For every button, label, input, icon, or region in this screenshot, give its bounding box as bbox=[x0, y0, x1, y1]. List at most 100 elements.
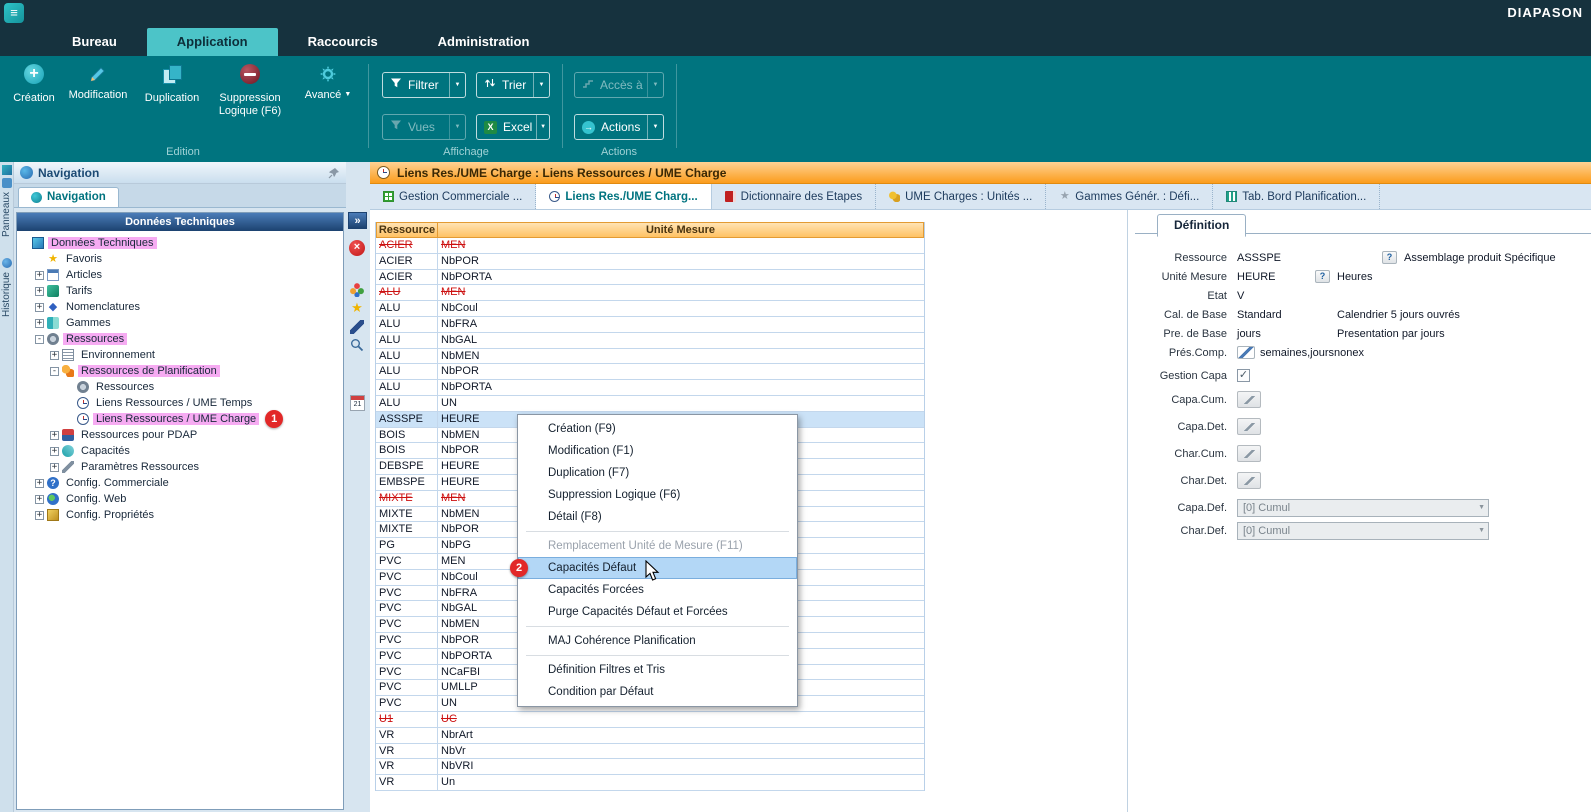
creation-button[interactable]: Création bbox=[2, 64, 66, 105]
menu-item-capacit-s-forc-es[interactable]: Capacités Forcées bbox=[518, 579, 797, 601]
menu-item-suppression-logique-f6[interactable]: Suppression Logique (F6) bbox=[518, 484, 797, 506]
tree-item-favoris[interactable]: Favoris bbox=[17, 251, 343, 267]
expand-icon[interactable]: + bbox=[35, 271, 44, 280]
menu-item-cr-ation-f9[interactable]: Création (F9) bbox=[518, 418, 797, 440]
collapse-icon[interactable]: - bbox=[35, 335, 44, 344]
expand-icon[interactable]: + bbox=[50, 431, 59, 440]
filtrer-button[interactable]: Filtrer ▼ bbox=[382, 72, 466, 98]
grid-row[interactable]: ALUNbPORTA bbox=[376, 380, 924, 396]
menu-item-maj-coh-rence-planification[interactable]: MAJ Cohérence Planification bbox=[518, 630, 797, 652]
help-button[interactable] bbox=[1382, 251, 1397, 264]
tree-item-tarifs[interactable]: +Tarifs bbox=[17, 283, 343, 299]
tree-item-ressources-pour-pdap[interactable]: +Ressources pour PDAP bbox=[17, 427, 343, 443]
excel-button[interactable]: Excel ▼ bbox=[476, 114, 550, 140]
tree-item-donn-es-techniques[interactable]: Données Techniques bbox=[17, 235, 343, 251]
actions-dropdown-arrow[interactable]: ▼ bbox=[648, 124, 663, 130]
doc-tab-gammes-g-n-r-d-fi[interactable]: Gammes Génér. : Défi... bbox=[1046, 184, 1213, 209]
filtrer-dropdown-arrow[interactable]: ▼ bbox=[450, 82, 465, 88]
tree-item-config-web[interactable]: +Config. Web bbox=[17, 491, 343, 507]
grid-row[interactable]: VRNbrArt bbox=[376, 728, 924, 744]
tree-item-ressources[interactable]: -Ressources bbox=[17, 331, 343, 347]
pin-icon[interactable] bbox=[328, 167, 340, 179]
menu-item-modification-f1[interactable]: Modification (F1) bbox=[518, 440, 797, 462]
expand-icon[interactable]: + bbox=[35, 319, 44, 328]
grid-row[interactable]: ACIERMEN bbox=[376, 238, 924, 254]
tree-item-config-commerciale[interactable]: +Config. Commerciale bbox=[17, 475, 343, 491]
tree-item-ressources[interactable]: Ressources bbox=[17, 379, 343, 395]
modification-button[interactable]: Modification bbox=[66, 64, 130, 102]
suppression-button[interactable]: Suppression Logique (F6) bbox=[218, 64, 282, 118]
tree-item-param-tres-ressources[interactable]: +Paramètres Ressources bbox=[17, 459, 343, 475]
menu-tab-raccourcis[interactable]: Raccourcis bbox=[278, 28, 408, 56]
grid-row[interactable]: VRUn bbox=[376, 775, 924, 791]
menu-item-duplication-f7[interactable]: Duplication (F7) bbox=[518, 462, 797, 484]
tree-item-articles[interactable]: +Articles bbox=[17, 267, 343, 283]
tree-item-capacit-s[interactable]: +Capacités bbox=[17, 443, 343, 459]
search-icon[interactable] bbox=[350, 338, 364, 352]
grid-row[interactable]: ALUNbFRA bbox=[376, 317, 924, 333]
panel-window-icon[interactable] bbox=[2, 178, 12, 188]
history-icon[interactable] bbox=[2, 258, 12, 268]
panneaux-tab[interactable]: Panneaux bbox=[1, 192, 13, 237]
grid-row[interactable]: ACIERNbPOR bbox=[376, 254, 924, 270]
capa-def-select[interactable]: [0] Cumul bbox=[1237, 499, 1489, 517]
column-header-unit-mesure[interactable]: Unité Mesure bbox=[438, 222, 924, 238]
close-icon[interactable]: × bbox=[349, 240, 365, 256]
vues-dropdown-arrow[interactable]: ▼ bbox=[450, 124, 465, 130]
tree-item-environnement[interactable]: +Environnement bbox=[17, 347, 343, 363]
vues-button[interactable]: Vues ▼ bbox=[382, 114, 466, 140]
acces-dropdown-arrow[interactable]: ▼ bbox=[648, 82, 663, 88]
settings-icon[interactable] bbox=[350, 283, 364, 297]
gestion-capa-checkbox[interactable] bbox=[1237, 369, 1250, 382]
menu-tab-administration[interactable]: Administration bbox=[408, 28, 560, 56]
collapse-panel-button[interactable]: » bbox=[348, 212, 367, 229]
grid-row[interactable]: VRNbVRI bbox=[376, 759, 924, 775]
historique-tab[interactable]: Historique bbox=[1, 272, 13, 317]
tree-item-ressources-de-planification[interactable]: -Ressources de Planification bbox=[17, 363, 343, 379]
grid-row[interactable]: U1UC bbox=[376, 712, 924, 728]
grid-row[interactable]: ALUMEN bbox=[376, 285, 924, 301]
panel-grid-icon[interactable] bbox=[2, 165, 12, 175]
tab-definition[interactable]: Définition bbox=[1157, 214, 1246, 237]
menu-item-purge-capacit-s-d-faut-et-forc-es[interactable]: Purge Capacités Défaut et Forcées bbox=[518, 601, 797, 623]
avance-button[interactable]: Avancé ▼ bbox=[294, 64, 362, 102]
help-button[interactable] bbox=[1315, 270, 1330, 283]
doc-tab-tab-bord-planification[interactable]: Tab. Bord Planification... bbox=[1213, 184, 1380, 209]
grid-row[interactable]: ALUUN bbox=[376, 396, 924, 412]
app-logo-icon[interactable] bbox=[4, 3, 24, 23]
expand-icon[interactable]: + bbox=[35, 479, 44, 488]
trier-dropdown-arrow[interactable]: ▼ bbox=[534, 82, 549, 88]
char-def-select[interactable]: [0] Cumul bbox=[1237, 522, 1489, 540]
tree-item-config-propri-t-s[interactable]: +Config. Propriétés bbox=[17, 507, 343, 523]
expand-icon[interactable]: + bbox=[35, 303, 44, 312]
duplication-button[interactable]: Duplication bbox=[140, 64, 204, 105]
tree-item-liens-ressources-ume-charge[interactable]: Liens Ressources / UME Charge1 bbox=[17, 411, 343, 427]
acces-a-button[interactable]: Accès à ▼ bbox=[574, 72, 664, 98]
menu-tab-bureau[interactable]: Bureau bbox=[42, 28, 147, 56]
trier-button[interactable]: Trier ▼ bbox=[476, 72, 550, 98]
column-header-ressource[interactable]: Ressource bbox=[376, 222, 438, 238]
doc-tab-ume-charges-unit-s[interactable]: UME Charges : Unités ... bbox=[876, 184, 1046, 209]
tab-navigation[interactable]: Navigation bbox=[18, 187, 119, 207]
excel-dropdown-arrow[interactable]: ▼ bbox=[537, 124, 549, 130]
grid-row[interactable]: ACIERNbPORTA bbox=[376, 270, 924, 286]
expand-icon[interactable]: + bbox=[35, 287, 44, 296]
expand-icon[interactable]: + bbox=[50, 351, 59, 360]
doc-tab-dictionnaire-des-etapes[interactable]: Dictionnaire des Etapes bbox=[712, 184, 876, 209]
capa-det-button[interactable] bbox=[1237, 418, 1261, 435]
actions-button[interactable]: Actions ▼ bbox=[574, 114, 664, 140]
expand-icon[interactable]: + bbox=[35, 495, 44, 504]
panel-splitter[interactable] bbox=[1127, 210, 1128, 812]
doc-tab-liens-res-ume-charg[interactable]: Liens Res./UME Charg... bbox=[536, 184, 711, 209]
collapse-icon[interactable]: - bbox=[50, 367, 59, 376]
menu-item-condition-par-d-faut[interactable]: Condition par Défaut bbox=[518, 681, 797, 703]
menu-item-d-finition-filtres-et-tris[interactable]: Définition Filtres et Tris bbox=[518, 659, 797, 681]
doc-tab-gestion-commerciale[interactable]: Gestion Commerciale ... bbox=[370, 184, 536, 209]
pres-comp-icon[interactable] bbox=[1237, 346, 1255, 359]
expand-icon[interactable]: + bbox=[50, 447, 59, 456]
tree-item-gammes[interactable]: +Gammes bbox=[17, 315, 343, 331]
favorite-icon[interactable]: ★ bbox=[350, 301, 364, 315]
expand-icon[interactable]: + bbox=[50, 463, 59, 472]
tree-item-liens-ressources-ume-temps[interactable]: Liens Ressources / UME Temps bbox=[17, 395, 343, 411]
grid-row[interactable]: ALUNbMEN bbox=[376, 349, 924, 365]
